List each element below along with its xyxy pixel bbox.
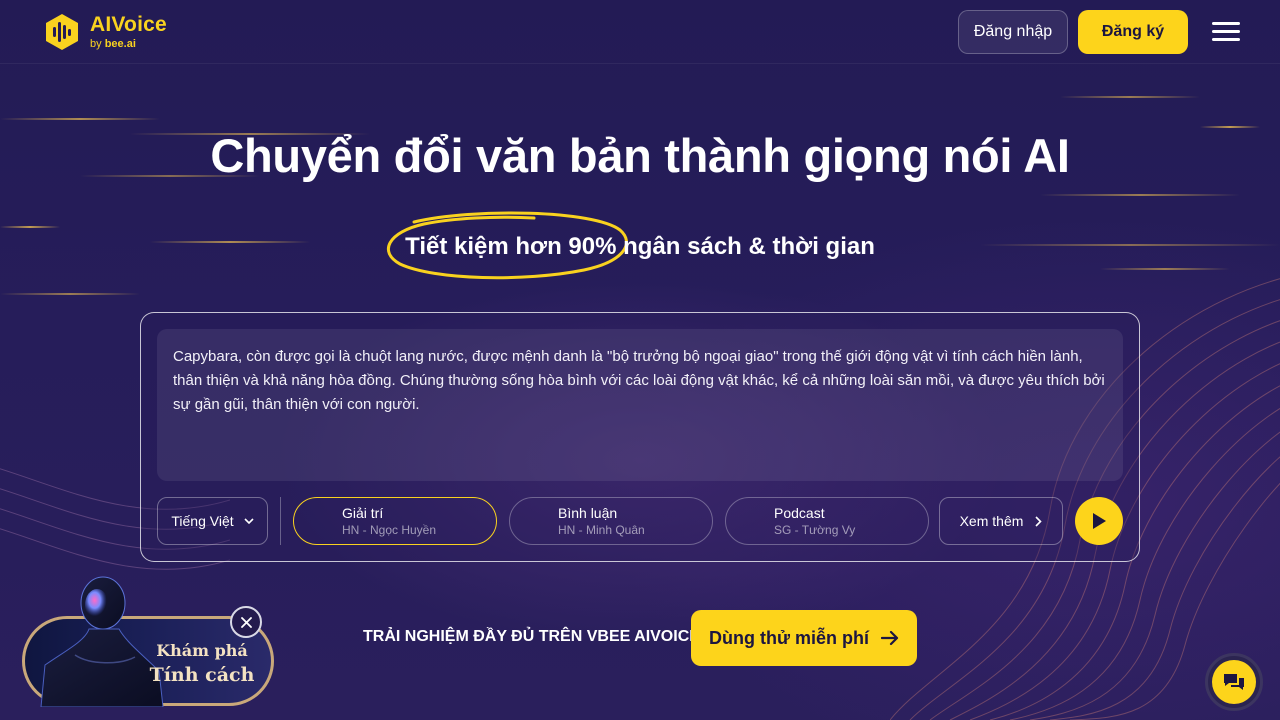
free-trial-button[interactable]: Dùng thử miễn phí	[691, 610, 917, 666]
voice-desc: SG - Tường Vy	[774, 523, 856, 537]
top-header: AIVoice by bee.ai Đăng nhập Đăng ký	[0, 0, 1280, 64]
brand-name: AIVoice	[90, 12, 167, 36]
more-voices-label: Xem thêm	[959, 513, 1024, 529]
login-button[interactable]: Đăng nhập	[958, 9, 1068, 54]
divider	[280, 497, 281, 545]
chevron-right-icon	[1035, 515, 1043, 527]
voice-desc: HN - Minh Quân	[558, 523, 645, 537]
chevron-down-icon	[244, 518, 254, 524]
play-button[interactable]	[1075, 497, 1123, 545]
promo-line-1: Khám phá	[156, 641, 248, 660]
language-select[interactable]: Tiếng Việt	[157, 497, 268, 545]
signup-button[interactable]: Đăng ký	[1078, 9, 1188, 54]
voice-option-binh-luan[interactable]: Bình luận HN - Minh Quân	[509, 497, 713, 545]
chat-support-button[interactable]	[1205, 653, 1263, 711]
brand-logo[interactable]: AIVoice by bee.ai	[42, 12, 167, 52]
brand-partner: bee.ai	[104, 37, 136, 50]
chat-icon	[1224, 674, 1244, 690]
play-icon	[1093, 513, 1106, 529]
language-value: Tiếng Việt	[171, 513, 234, 529]
logo-icon	[46, 13, 78, 50]
voice-desc: HN - Ngọc Huyền	[342, 523, 437, 537]
voice-option-podcast[interactable]: Podcast SG - Tường Vy	[725, 497, 929, 545]
close-icon	[240, 616, 252, 628]
voice-name: Giải trí	[342, 505, 384, 521]
brand-byline: by bee.ai	[90, 37, 167, 50]
hero-title: Chuyển đổi văn bản thành giọng nói AI	[210, 129, 1070, 182]
promo-line-2: Tính cách	[149, 664, 255, 686]
hamburger-menu-icon[interactable]	[1212, 18, 1240, 46]
hero-highlight: Tiết kiệm hơn 90%	[405, 233, 617, 260]
hero-subtitle: Tiết kiệm hơn 90% ngân sách & thời gian	[0, 233, 1280, 261]
free-trial-label: Dùng thử miễn phí	[708, 627, 869, 648]
brand-by: by	[90, 37, 102, 50]
hero-sub-rest: ngân sách & thời gian	[616, 233, 875, 260]
cta-text: TRẢI NGHIỆM ĐẦY ĐỦ TRÊN VBEE AIVOICE	[363, 628, 700, 645]
more-voices-button[interactable]: Xem thêm	[939, 497, 1063, 545]
voice-name: Podcast	[774, 505, 825, 521]
tts-demo-panel: Capybara, còn được gọi là chuột lang nướ…	[140, 312, 1140, 562]
tts-text-input[interactable]: Capybara, còn được gọi là chuột lang nướ…	[157, 329, 1123, 481]
voice-option-giai-tri[interactable]: Giải trí HN - Ngọc Huyền	[293, 497, 497, 545]
ai-figure-image	[40, 576, 164, 707]
voice-name: Bình luận	[558, 505, 618, 521]
arrow-right-icon	[881, 630, 899, 646]
promo-close-button[interactable]	[230, 606, 262, 638]
